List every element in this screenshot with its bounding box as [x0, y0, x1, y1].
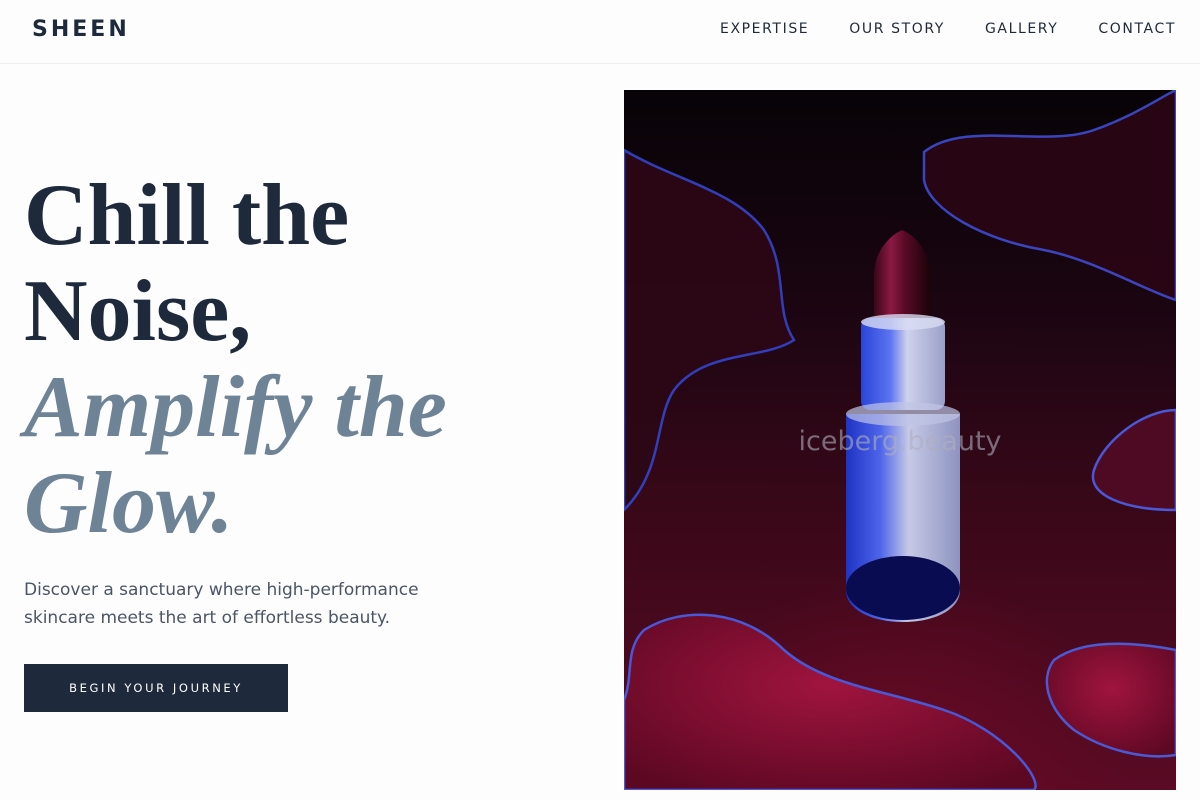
- hero-subtext-line-1: Discover a sanctuary where high-performa…: [24, 580, 419, 600]
- headline-line-3: Amplify the: [24, 359, 447, 456]
- main-nav: EXPERTISE OUR STORY GALLERY CONTACT: [720, 21, 1176, 37]
- hero-product-image: iceberg.beauty: [624, 90, 1176, 790]
- site-header: SHEEN EXPERTISE OUR STORY GALLERY CONTAC…: [0, 0, 1200, 64]
- hero-headline: Chill the Noise, Amplify the Glow.: [24, 168, 584, 552]
- nav-link-gallery[interactable]: GALLERY: [985, 21, 1058, 37]
- puddle-bottom-right: [1045, 642, 1176, 758]
- nav-link-expertise[interactable]: EXPERTISE: [720, 21, 809, 37]
- lipstick-base: [846, 556, 960, 620]
- puddle-top-right: [922, 90, 1176, 302]
- hero-subtext: Discover a sanctuary where high-performa…: [24, 576, 464, 632]
- nav-link-contact[interactable]: CONTACT: [1098, 21, 1176, 37]
- lipstick-upper-tube: [861, 318, 945, 410]
- headline-line-4: Glow.: [24, 455, 234, 552]
- headline-line-1: Chill the: [24, 167, 350, 264]
- brand-logo[interactable]: SHEEN: [32, 17, 130, 42]
- nav-link-our-story[interactable]: OUR STORY: [849, 21, 945, 37]
- lipstick-illustration: [624, 90, 1176, 790]
- begin-journey-button[interactable]: BEGIN YOUR JOURNEY: [24, 664, 288, 712]
- puddle-right-mid: [1091, 408, 1176, 512]
- hero-subtext-line-2: skincare meets the art of effortless bea…: [24, 608, 391, 628]
- puddle-left: [624, 148, 796, 512]
- puddle-bottom: [624, 613, 1037, 790]
- headline-line-2: Noise,: [24, 263, 252, 360]
